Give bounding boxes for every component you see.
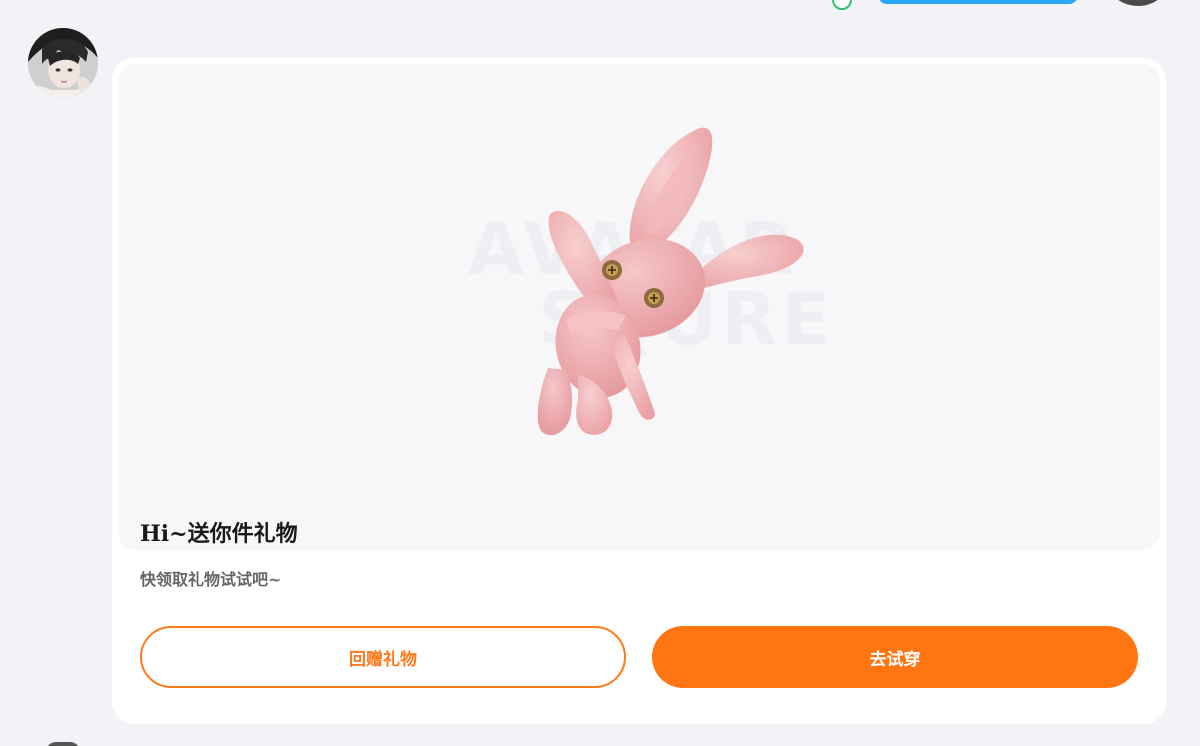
bunny-plush-image (537, 127, 804, 436)
return-gift-button[interactable]: 回赠礼物 (140, 626, 626, 688)
sender-avatar[interactable] (28, 28, 98, 98)
top-action-pill[interactable] (878, 0, 1078, 4)
gift-title: Hi~送你件礼物 (140, 521, 298, 547)
try-on-button[interactable]: 去试穿 (652, 626, 1138, 688)
gift-subtitle: 快领取礼物试试吧~ (140, 570, 282, 589)
gift-card: AVATAR SQURE (112, 58, 1166, 724)
next-message-avatar[interactable] (46, 742, 80, 746)
user-avatar[interactable] (1110, 0, 1166, 6)
chat-page: AVATAR SQURE (0, 0, 1200, 746)
gift-preview: AVATAR SQURE (118, 64, 1160, 550)
online-status-icon (832, 0, 852, 10)
